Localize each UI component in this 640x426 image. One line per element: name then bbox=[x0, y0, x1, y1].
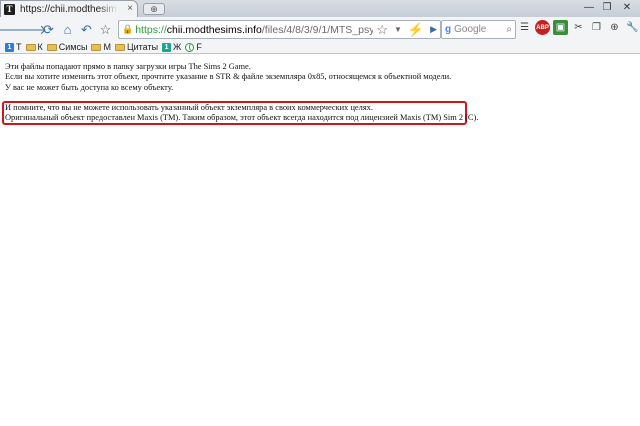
bookmark-item[interactable]: ( F bbox=[185, 42, 202, 52]
text-line: У вас не может быть доступа ко всему объ… bbox=[5, 82, 174, 92]
forward-arrow-icon[interactable]: 🡒 bbox=[12, 20, 47, 38]
url-path: /files/4/8/3/9/1/MTS_psyckotic bbox=[261, 23, 374, 36]
close-window-button[interactable]: ✕ bbox=[616, 0, 638, 14]
bookmark-star-icon[interactable]: ☆ bbox=[97, 20, 114, 38]
play-icon[interactable]: ▶ bbox=[430, 24, 437, 35]
new-tab-icon: ⊕ bbox=[150, 3, 158, 14]
zoom-icon[interactable]: ⊕ bbox=[607, 20, 622, 35]
settings-menu-icon[interactable]: ☰ bbox=[517, 20, 532, 35]
tab-active[interactable]: T https://chii.modthesims.info × bbox=[0, 0, 138, 17]
bookmark-label: Ж bbox=[173, 42, 182, 52]
bookmark-folder[interactable]: К bbox=[25, 42, 43, 52]
paste-icon[interactable]: ❐ bbox=[589, 20, 604, 35]
folder-icon bbox=[25, 43, 36, 51]
folder-icon bbox=[114, 43, 125, 51]
maximize-button[interactable]: ❐ bbox=[598, 0, 616, 14]
tab-strip: T https://chii.modthesims.info × ⊕ — ❐ ✕ bbox=[0, 0, 640, 17]
address-bar[interactable]: 🔒 https://chii.modthesims.info/files/4/8… bbox=[118, 20, 441, 39]
bookmark-label: М bbox=[103, 42, 111, 52]
bookmarks-bar: 1 Т К Симсы М Цитаты 1 Ж ( F bbox=[0, 41, 640, 54]
bookmark-folder[interactable]: Симсы bbox=[46, 42, 88, 52]
lightning-icon[interactable]: ⚡ bbox=[408, 22, 424, 38]
folder-icon bbox=[46, 43, 57, 51]
bookmark-item[interactable]: 1 Ж bbox=[162, 42, 181, 52]
scissors-icon[interactable]: ✂ bbox=[571, 20, 586, 35]
bookmark-favicon-icon: 1 bbox=[162, 42, 172, 52]
highlighted-text: И помните, что вы не можете использовать… bbox=[5, 103, 635, 124]
bookmark-folder[interactable]: Цитаты bbox=[114, 42, 159, 52]
url-scheme: https:// bbox=[135, 23, 167, 36]
extension-icon[interactable]: ▣ bbox=[553, 20, 568, 35]
bookmark-label: Симсы bbox=[58, 42, 88, 52]
minimize-button[interactable]: — bbox=[580, 0, 598, 14]
bookmark-label: Т bbox=[16, 42, 22, 52]
tab-close-icon[interactable]: × bbox=[127, 4, 133, 14]
wrench-icon[interactable]: 🔧 bbox=[625, 20, 640, 35]
tab-title: https://chii.modthesims.info bbox=[20, 3, 118, 15]
reload-icon[interactable]: ⟳ bbox=[40, 20, 57, 38]
search-placeholder: Google bbox=[454, 24, 487, 35]
page-text: Эти файлы попадают прямо в папку загрузк… bbox=[5, 62, 635, 93]
folder-icon bbox=[91, 43, 102, 51]
bookmark-folder[interactable]: М bbox=[91, 42, 111, 52]
text-line: Если вы хотите изменить этот объект, про… bbox=[5, 72, 452, 82]
bookmark-label: К bbox=[37, 42, 43, 52]
bookmark-item[interactable]: 1 Т bbox=[5, 42, 22, 52]
extension-icons: ☰ ABP ▣ ✂ ❐ ⊕ 🔧 bbox=[517, 20, 640, 35]
new-tab-button[interactable]: ⊕ bbox=[143, 3, 165, 15]
adblock-icon[interactable]: ABP bbox=[535, 20, 550, 35]
undo-close-tab-icon[interactable]: ↶ bbox=[78, 20, 95, 38]
search-box[interactable]: g Google ⌕ bbox=[441, 20, 516, 39]
site-favicon-icon: T bbox=[4, 3, 15, 15]
text-line: Эти файлы попадают прямо в папку загрузк… bbox=[5, 62, 251, 71]
text-line: Оригинальный объект предоставлен Maxis (… bbox=[5, 113, 479, 123]
url-text: https://chii.modthesims.info/files/4/8/3… bbox=[135, 24, 373, 36]
window-controls: — ❐ ✕ bbox=[580, 0, 638, 15]
url-host: chii.modthesims.info bbox=[166, 23, 262, 36]
lock-icon: 🔒 bbox=[122, 24, 134, 34]
chevron-down-icon[interactable]: ▼ bbox=[394, 25, 402, 34]
google-icon: g bbox=[445, 24, 452, 35]
bookmark-favicon-icon: 1 bbox=[5, 42, 14, 52]
home-icon[interactable]: ⌂ bbox=[59, 20, 76, 38]
search-icon[interactable]: ⌕ bbox=[506, 24, 512, 35]
text-line: И помните, что вы не можете использовать… bbox=[5, 103, 373, 112]
bookmark-label: F bbox=[196, 42, 202, 52]
star-icon[interactable]: ☆ bbox=[376, 22, 388, 38]
bookmark-label: Цитаты bbox=[126, 42, 159, 52]
bookmark-favicon-icon: ( bbox=[185, 42, 195, 52]
